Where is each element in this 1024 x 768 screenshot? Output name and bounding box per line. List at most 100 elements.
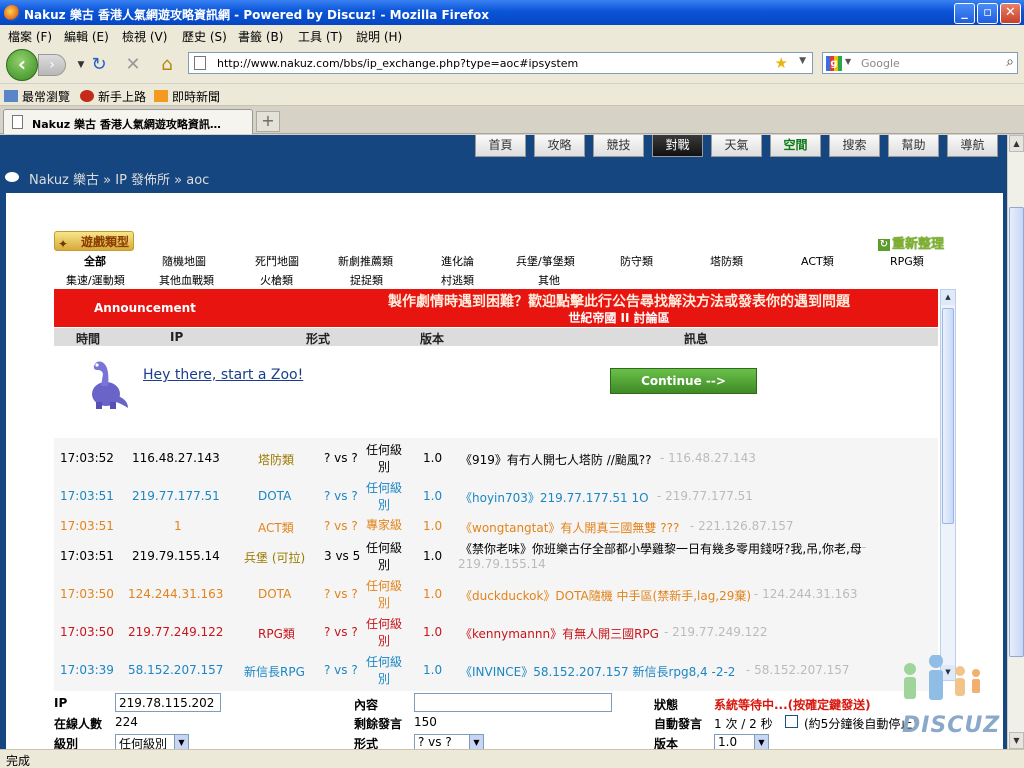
table-row[interactable]: 17:03:50 124.244.31.163 DOTA ? vs ? 任何級別…	[54, 578, 938, 614]
cat-act[interactable]: ACT類	[801, 253, 834, 269]
cat-defense[interactable]: 防守類	[620, 253, 653, 269]
row-ip: 1	[174, 519, 182, 533]
firefox-icon	[4, 5, 20, 21]
url-dropdown-icon[interactable]: ▼	[799, 56, 806, 66]
refresh-icon: ↻	[878, 239, 890, 251]
menu-bookmarks[interactable]: 書籤 (B)	[238, 28, 283, 45]
announcement-sub[interactable]: 世紀帝國 II 討論區	[304, 309, 934, 326]
bookmark-getting-started[interactable]: 新手上路	[80, 88, 146, 105]
cat-random-map[interactable]: 隨機地圖	[162, 253, 206, 269]
row-ip: 124.244.31.163	[128, 587, 224, 601]
google-engine-icon[interactable]: g	[826, 56, 842, 71]
site-nav-space[interactable]: 空間	[770, 135, 821, 157]
minimize-button[interactable]: _	[954, 3, 975, 24]
browser-window: Nakuz 樂古 香港人氣網遊攻略資訊網 - Powered by Discuz…	[0, 0, 1024, 768]
forward-button[interactable]: ›	[38, 54, 66, 76]
site-nav-battle[interactable]: 對戰	[652, 135, 703, 157]
url-bar[interactable]: http://www.nakuz.com/bbs/ip_exchange.php…	[188, 52, 813, 74]
ad-link[interactable]: Hey there, start a Zoo!	[143, 367, 303, 383]
site-nav-home[interactable]: 首頁	[475, 135, 526, 157]
row-ip: 58.152.207.157	[128, 663, 224, 677]
search-box[interactable]: g ▼ Google ⌕	[822, 52, 1018, 74]
site-nav-directory[interactable]: 導航	[947, 135, 998, 157]
menu-view[interactable]: 檢視 (V)	[122, 28, 167, 45]
title-bar: Nakuz 樂古 香港人氣網遊攻略資訊網 - Powered by Discuz…	[0, 0, 1024, 25]
ad-banner[interactable]: Hey there, start a Zoo! Continue -->	[54, 346, 938, 438]
list-scrollbar[interactable]: ▲ ▼	[940, 289, 956, 681]
row-type: DOTA	[258, 489, 292, 503]
table-row[interactable]: 17:03:50 219.77.249.122 RPG類 ? vs ? 任何級別…	[54, 616, 938, 652]
row-level: 任何級別	[365, 481, 402, 512]
row-ghost-ip: - 124.244.31.163	[754, 587, 858, 601]
scroll-thumb[interactable]	[1009, 207, 1024, 657]
continue-button[interactable]: Continue -->	[610, 368, 757, 394]
maximize-button[interactable]: ▫	[977, 3, 998, 24]
cat-gun[interactable]: 火槍類	[260, 272, 293, 288]
home-icon[interactable]: ⌂	[156, 54, 178, 76]
close-button[interactable]: ✕	[1000, 3, 1021, 24]
cat-evolution[interactable]: 進化論	[441, 253, 474, 269]
content-input[interactable]	[414, 693, 612, 712]
site-nav-competition[interactable]: 競技	[593, 135, 644, 157]
scroll-thumb[interactable]	[942, 308, 954, 524]
table-row[interactable]: 17:03:39 58.152.207.157 新信長RPG ? vs ? 任何…	[54, 654, 938, 690]
menu-tools[interactable]: 工具 (T)	[298, 28, 343, 45]
cat-tower-defense[interactable]: 塔防類	[710, 253, 743, 269]
new-tab-button[interactable]: +	[256, 111, 280, 132]
cat-other[interactable]: 其他	[538, 272, 560, 288]
back-arrow-icon: ‹	[17, 52, 27, 76]
cat-catch[interactable]: 捉捉類	[350, 272, 383, 288]
breadcrumb-text[interactable]: Nakuz 樂古 » IP 發佈所 » aoc	[29, 169, 209, 188]
cat-deathmatch[interactable]: 死鬥地圖	[255, 253, 299, 269]
cat-new-scenario[interactable]: 新劇推薦類	[338, 253, 393, 269]
row-level: 任何級別	[365, 443, 402, 474]
cat-castle[interactable]: 兵堡/箏堡類	[516, 253, 575, 269]
scroll-down-icon[interactable]: ▼	[1009, 732, 1024, 749]
form-type-select[interactable]: ? vs ? ▼	[414, 734, 484, 749]
scroll-up-icon[interactable]: ▲	[1009, 135, 1024, 152]
announcement-bar[interactable]: Announcement 製作劇情時遇到困難？歡迎點擊此行公告尋找解決方法或發表…	[54, 289, 938, 327]
remaining-value: 150	[414, 715, 437, 729]
version-select[interactable]: 1.0 ▼	[714, 734, 769, 749]
table-row[interactable]: 17:03:52 116.48.27.143 塔防類 ? vs ? 任何級別 1…	[54, 442, 938, 478]
bookmark-latest-news[interactable]: 即時新聞	[154, 88, 220, 105]
auto-checkbox[interactable]	[785, 715, 798, 728]
forward-arrow-icon: ›	[49, 57, 55, 73]
menu-edit[interactable]: 編輯 (E)	[64, 28, 109, 45]
search-icon[interactable]: ⌕	[1006, 54, 1014, 70]
stop-icon[interactable]: ✕	[122, 54, 144, 76]
page-scrollbar[interactable]: ▲ ▼	[1007, 135, 1024, 749]
cat-all[interactable]: 全部	[84, 253, 106, 269]
menu-file[interactable]: 檔案 (F)	[8, 28, 52, 45]
cat-racing-sport[interactable]: 集速/運動類	[66, 272, 125, 288]
row-ghost-ip: - 219.77.249.122	[664, 625, 768, 639]
menu-help[interactable]: 說明 (H)	[356, 28, 402, 45]
cat-other-blood[interactable]: 其他血戰類	[159, 272, 214, 288]
url-text[interactable]: http://www.nakuz.com/bbs/ip_exchange.php…	[217, 57, 578, 70]
level-select[interactable]: 任何級別 ▼	[115, 734, 189, 749]
engine-dropdown-icon[interactable]: ▼	[845, 57, 851, 66]
site-nav-guides[interactable]: 攻略	[534, 135, 585, 157]
refresh-button[interactable]: ↻ 重新整理	[878, 233, 954, 252]
dinosaur-icon	[92, 361, 128, 409]
cat-rpg[interactable]: RPG類	[890, 253, 924, 269]
back-button[interactable]: ‹	[6, 49, 38, 81]
cat-village-escape[interactable]: 村逃類	[441, 272, 474, 288]
site-nav-search[interactable]: 搜索	[829, 135, 880, 157]
tab-nakuz[interactable]: Nakuz 樂古 香港人氣網遊攻略資訊…	[3, 109, 253, 134]
page-icon	[194, 56, 206, 70]
row-ip: 219.79.155.14	[132, 549, 220, 563]
scroll-up-icon[interactable]: ▲	[941, 290, 955, 305]
table-row[interactable]: 17:03:51 219.79.155.14 兵堡 (可拉) 3 vs 5 任何…	[54, 540, 938, 576]
row-vs: ? vs ?	[324, 587, 358, 601]
site-nav-help[interactable]: 幫助	[888, 135, 939, 157]
reload-icon[interactable]: ↻	[88, 54, 110, 76]
menu-history[interactable]: 歷史 (S)	[182, 28, 227, 45]
ip-list: 17:03:52 116.48.27.143 塔防類 ? vs ? 任何級別 1…	[54, 438, 938, 691]
ip-input[interactable]	[115, 693, 221, 712]
announcement-message[interactable]: 製作劇情時遇到困難？歡迎點擊此行公告尋找解決方法或發表你的遇到問題	[304, 291, 934, 311]
rss-icon	[154, 90, 168, 102]
bookmark-star-icon[interactable]: ★	[775, 54, 788, 72]
bookmark-most-visited[interactable]: 最常瀏覽	[4, 88, 70, 105]
site-nav-weather[interactable]: 天氣	[711, 135, 762, 157]
